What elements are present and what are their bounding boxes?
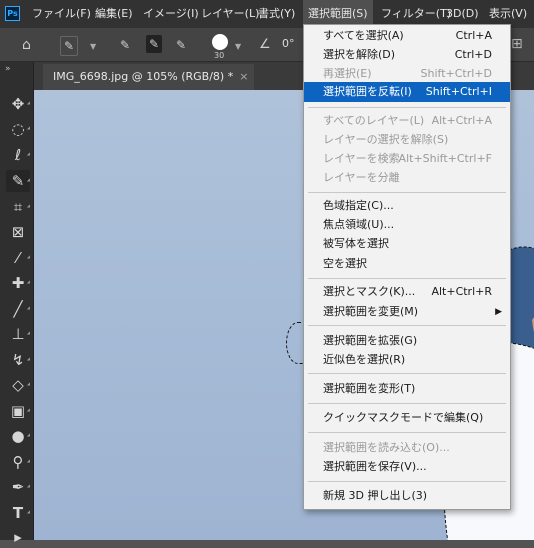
type-tool-icon[interactable]: T ◢ (6, 502, 30, 524)
tool-preset-icon[interactable]: ✎ (60, 36, 79, 56)
document-tab[interactable]: IMG_6698.jpg @ 105% (RGB/8) * × (43, 64, 255, 90)
brush-size-value: 30 (214, 51, 225, 60)
menu-separator (308, 403, 506, 404)
menu-separator (308, 325, 506, 326)
eyedropper-tool-icon[interactable]: ⁄ ◢ (6, 247, 30, 269)
menu-separator (308, 192, 506, 193)
photoshop-logo: Ps (5, 6, 20, 21)
clone-stamp-tool-icon[interactable]: ⊥ ◢ (6, 323, 30, 345)
angle-value[interactable]: 0° (282, 37, 295, 50)
menu-item-inverse[interactable]: 選択範囲を反転(I) Shift+Ctrl+I (304, 82, 510, 102)
crop-tool-icon[interactable]: ⌗ ◢ (6, 196, 30, 218)
menu-item-select-and-mask[interactable]: 選択とマスク(K)... Alt+Ctrl+R (304, 282, 510, 302)
menu-item-transform-selection[interactable]: 選択範囲を変形(T) (304, 379, 510, 399)
path-selection-tool-icon[interactable]: ▸ (6, 526, 30, 548)
menu-separator (308, 432, 506, 433)
menu-item-grow[interactable]: 選択範囲を拡張(G) (304, 331, 510, 351)
menu-separator (308, 481, 506, 482)
brush-chevron-icon[interactable]: ▼ (235, 42, 241, 51)
menu-image[interactable]: イメージ(I) (138, 0, 204, 28)
frame-tool-icon[interactable]: ⊠ (6, 221, 30, 243)
menu-type[interactable]: 書式(Y) (254, 0, 299, 28)
menu-file[interactable]: ファイル(F) (27, 0, 96, 28)
menu-item-deselect[interactable]: 選択を解除(D) Ctrl+D (304, 45, 510, 65)
select-menu-dropdown: すべてを選択(A) Ctrl+A 選択を解除(D) Ctrl+D 再選択(E) Shi… (303, 24, 511, 510)
menu-separator (308, 278, 506, 279)
menu-item-quick-mask[interactable]: クイックマスクモードで編集(Q) (304, 408, 510, 428)
menu-item-deselect-layers[interactable]: レイヤーの選択を解除(S) (304, 130, 510, 150)
submenu-arrow-icon: ▶ (495, 307, 502, 317)
menu-item-sky[interactable]: 空を選択 (304, 254, 510, 274)
menu-item-focus-area[interactable]: 焦点領域(U)... (304, 215, 510, 235)
dodge-tool-icon[interactable]: ⚲ ◢ (6, 451, 31, 473)
menu-separator (308, 373, 506, 374)
close-icon[interactable]: × (239, 70, 248, 83)
menu-item-similar[interactable]: 近似色を選択(R) (304, 350, 510, 370)
chevron-down-icon[interactable]: ▼ (90, 42, 96, 51)
menu-item-reselect[interactable]: 再選択(E) Shift+Ctrl+D (304, 64, 510, 84)
menu-edit[interactable]: 編集(E) (90, 0, 138, 28)
collapse-panel-icon[interactable]: » (5, 64, 11, 74)
add-to-selection-icon[interactable]: ✎ (146, 35, 163, 53)
lasso-tool-icon[interactable]: ℓ ◢ (6, 144, 30, 166)
menu-separator (308, 107, 506, 108)
gradient-tool-icon[interactable]: ▣ ◢ (6, 400, 30, 422)
menu-item-isolate-layers[interactable]: レイヤーを分離 (304, 168, 510, 188)
menu-item-new-3d-extrusion[interactable]: 新規 3D 押し出し(3) (304, 486, 510, 506)
subtract-from-selection-icon[interactable]: ✎ (176, 36, 186, 54)
menu-item-subject[interactable]: 被写体を選択 (304, 234, 510, 254)
options-extra-icon[interactable]: ⊞ (511, 36, 523, 52)
new-selection-icon[interactable]: ✎ (120, 36, 130, 54)
move-tool-icon[interactable]: ✥ ◢ (6, 93, 30, 115)
menu-item-color-range[interactable]: 色域指定(C)... (304, 196, 510, 216)
quick-selection-tool-icon[interactable]: ✎ ◢ (6, 170, 30, 192)
marquee-tool-icon[interactable]: ◌ ◢ (6, 118, 30, 140)
history-brush-tool-icon[interactable]: ↯ ◢ (6, 349, 30, 371)
home-icon[interactable]: ⌂ (22, 36, 31, 54)
angle-icon: ∠ (259, 37, 271, 52)
menu-item-select-all[interactable]: すべてを選択(A) Ctrl+A (304, 26, 510, 46)
menu-item-save-selection[interactable]: 選択範囲を保存(V)... (304, 457, 510, 477)
brush-tool-icon[interactable]: ╱ ◢ (6, 298, 30, 320)
eraser-tool-icon[interactable]: ◇ ◢ (6, 374, 30, 396)
pen-tool-icon[interactable]: ✒ ◢ (6, 476, 30, 498)
healing-brush-tool-icon[interactable]: ✚ ◢ (6, 272, 30, 294)
menu-item-find-layers[interactable]: レイヤーを検索 Alt+Shift+Ctrl+F (304, 149, 510, 169)
blur-tool-icon[interactable]: ● ◢ (6, 425, 30, 447)
document-title: IMG_6698.jpg @ 105% (RGB/8) * (53, 70, 234, 83)
brush-preview-icon[interactable] (212, 34, 228, 50)
menu-item-modify[interactable]: 選択範囲を変更(M) ▶ (304, 302, 510, 322)
menu-item-load-selection[interactable]: 選択範囲を読み込む(O)... (304, 438, 510, 458)
menu-item-all-layers[interactable]: すべてのレイヤー(L) Alt+Ctrl+A (304, 111, 510, 131)
